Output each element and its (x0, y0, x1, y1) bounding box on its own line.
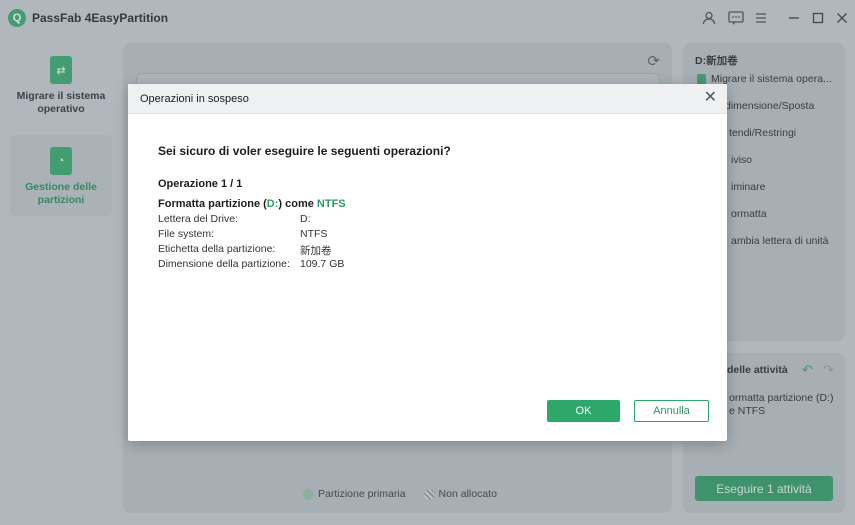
cancel-button[interactable]: Annulla (634, 400, 709, 422)
pending-operations-dialog: Operazioni in sospeso ✕ Sei sicuro di vo… (128, 84, 727, 441)
detail-value: 新加卷 (300, 245, 332, 257)
operation-summary: Formatta partizione (D:) come NTFS (158, 198, 346, 210)
dialog-title: Operazioni in sospeso (140, 93, 249, 105)
summary-drive: D: (266, 198, 279, 210)
detail-value: 109.7 GB (300, 258, 345, 270)
dialog-close-icon[interactable]: ✕ (704, 89, 717, 107)
summary-filesystem: NTFS (316, 198, 346, 210)
dialog-header: Operazioni in sospeso ✕ (128, 84, 727, 114)
confirm-question: Sei sicuro di voler eseguire le seguenti… (158, 144, 451, 158)
detail-value: NTFS (300, 228, 328, 240)
ok-button[interactable]: OK (547, 400, 620, 422)
detail-value: D: (300, 213, 311, 225)
summary-mid: ) come (278, 198, 317, 210)
operation-counter: Operazione 1 / 1 (158, 178, 243, 190)
summary-prefix: Formatta partizione ( (158, 198, 267, 210)
detail-label: Etichetta della partizione: (158, 243, 276, 255)
detail-label: File system: (158, 228, 215, 240)
detail-label: Lettera del Drive: (158, 213, 238, 225)
detail-label: Dimensione della partizione: (158, 258, 290, 270)
